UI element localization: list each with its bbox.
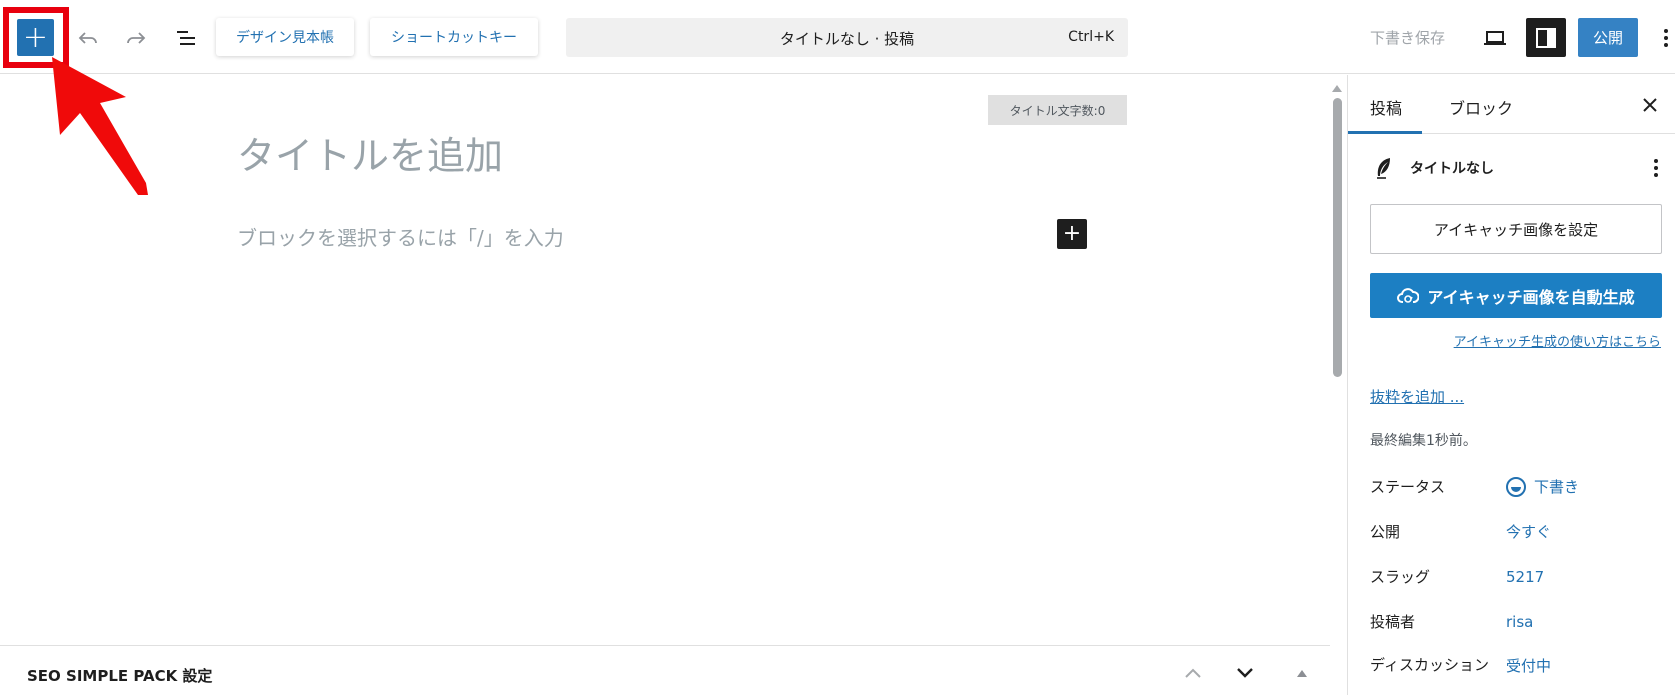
list-view-icon bbox=[177, 31, 195, 45]
status-value-text: 下書き bbox=[1534, 478, 1580, 496]
discussion-row: ディスカッション 受付中 bbox=[1370, 653, 1670, 695]
auto-generate-featured-image-button[interactable]: アイキャッチ画像を自動生成 bbox=[1370, 273, 1662, 318]
redo-button[interactable] bbox=[120, 22, 152, 54]
author-row: 投稿者 risa bbox=[1370, 609, 1670, 637]
plus-icon: + bbox=[1062, 221, 1082, 246]
sidebar-toggle-icon bbox=[1536, 27, 1556, 48]
block-appender[interactable]: ブロックを選択するには「/」を入力 bbox=[237, 222, 564, 251]
pattern-library-button[interactable]: デザイン見本帳 bbox=[216, 18, 354, 56]
add-excerpt-link[interactable]: 抜粋を追加 ... bbox=[1370, 386, 1464, 407]
list-view-button[interactable] bbox=[170, 22, 202, 54]
chevron-down-icon bbox=[1237, 668, 1253, 678]
publish-label: 公開 bbox=[1370, 523, 1401, 541]
status-label: ステータス bbox=[1370, 478, 1446, 496]
add-block-button[interactable]: + bbox=[1057, 219, 1087, 249]
desktop-preview-icon bbox=[1484, 31, 1506, 45]
undo-button[interactable] bbox=[72, 22, 104, 54]
post-summary-header: タイトルなし bbox=[1370, 153, 1660, 183]
preview-button[interactable] bbox=[1479, 22, 1511, 54]
block-inserter-button[interactable]: + bbox=[17, 19, 54, 56]
post-actions-button[interactable] bbox=[1646, 155, 1666, 181]
close-icon bbox=[1643, 98, 1657, 112]
command-shortcut: Ctrl+K bbox=[1068, 29, 1114, 45]
redo-icon bbox=[127, 32, 146, 44]
publish-button[interactable]: 公開 bbox=[1578, 18, 1638, 57]
active-tab-indicator bbox=[1348, 131, 1422, 134]
draft-status-icon bbox=[1506, 477, 1526, 497]
save-draft-button[interactable]: 下書き保存 bbox=[1370, 27, 1445, 48]
publish-row: 公開 今すぐ bbox=[1370, 519, 1670, 547]
slug-value[interactable]: 5217 bbox=[1506, 564, 1544, 590]
scroll-up-arrow[interactable] bbox=[1330, 79, 1344, 92]
title-character-count: タイトル文字数:0 bbox=[988, 95, 1127, 125]
move-down-button[interactable] bbox=[1232, 660, 1258, 686]
plus-icon: + bbox=[22, 19, 49, 55]
close-sidebar-button[interactable] bbox=[1638, 93, 1662, 117]
undo-icon bbox=[78, 32, 97, 44]
status-value[interactable]: 下書き bbox=[1506, 474, 1579, 500]
set-featured-image-button[interactable]: アイキャッチ画像を設定 bbox=[1370, 204, 1662, 254]
slug-label: スラッグ bbox=[1370, 568, 1431, 586]
document-title: タイトルなし · 投稿 bbox=[779, 30, 915, 48]
howto-link[interactable]: アイキャッチ生成の使い方はこちら bbox=[1454, 331, 1661, 350]
discussion-value[interactable]: 受付中 bbox=[1506, 653, 1551, 679]
post-summary-title: タイトルなし bbox=[1410, 161, 1494, 177]
triangle-up-icon bbox=[1297, 670, 1307, 677]
more-options-icon bbox=[1654, 159, 1658, 177]
editor-canvas: タイトル文字数:0 タイトルを追加 ブロックを選択するには「/」を入力 + bbox=[0, 75, 1330, 645]
metabox-title: SEO SIMPLE PACK 設定 bbox=[27, 667, 213, 685]
publish-value[interactable]: 今すぐ bbox=[1506, 519, 1551, 545]
command-palette-bar[interactable]: タイトルなし · 投稿 Ctrl+K bbox=[566, 18, 1128, 57]
discussion-label: ディスカッション bbox=[1370, 656, 1489, 674]
author-value[interactable]: risa bbox=[1506, 609, 1533, 635]
editor-scrollbar[interactable] bbox=[1333, 98, 1342, 377]
editor-toolbar: + デザイン見本帳 ショートカットキー タイトルなし · 投稿 Ctrl+K 下… bbox=[0, 0, 1675, 74]
last-edited-text: 最終編集1秒前。 bbox=[1370, 433, 1477, 449]
generate-button-label: アイキャッチ画像を自動生成 bbox=[1427, 287, 1635, 307]
seo-metabox-header[interactable]: SEO SIMPLE PACK 設定 bbox=[0, 645, 1330, 695]
collapse-toggle-button[interactable] bbox=[1289, 660, 1315, 686]
tab-block[interactable]: ブロック bbox=[1449, 95, 1513, 119]
slug-row: スラッグ 5217 bbox=[1370, 564, 1670, 592]
red-arrow-icon bbox=[52, 57, 148, 195]
chevron-up-icon bbox=[1185, 668, 1201, 678]
cloud-refresh-icon bbox=[1397, 287, 1420, 303]
options-menu-button[interactable] bbox=[1658, 24, 1674, 52]
triangle-up-icon bbox=[1332, 85, 1342, 92]
tab-post[interactable]: 投稿 bbox=[1370, 95, 1402, 119]
feather-pen-icon bbox=[1377, 158, 1390, 179]
move-up-button[interactable] bbox=[1180, 660, 1206, 686]
shortcut-keys-button[interactable]: ショートカットキー bbox=[370, 18, 538, 56]
author-label: 投稿者 bbox=[1370, 613, 1416, 631]
status-row: ステータス 下書き bbox=[1370, 474, 1670, 502]
sidebar-tabs: 投稿 ブロック bbox=[1348, 75, 1675, 134]
more-options-icon bbox=[1664, 29, 1668, 47]
settings-sidebar-toggle[interactable] bbox=[1526, 18, 1566, 57]
settings-sidebar: 投稿 ブロック タイトルなし アイキャッチ画像を設定 アイキャッチ画像を自動生成… bbox=[1347, 75, 1675, 695]
post-title-input[interactable]: タイトルを追加 bbox=[237, 125, 503, 180]
